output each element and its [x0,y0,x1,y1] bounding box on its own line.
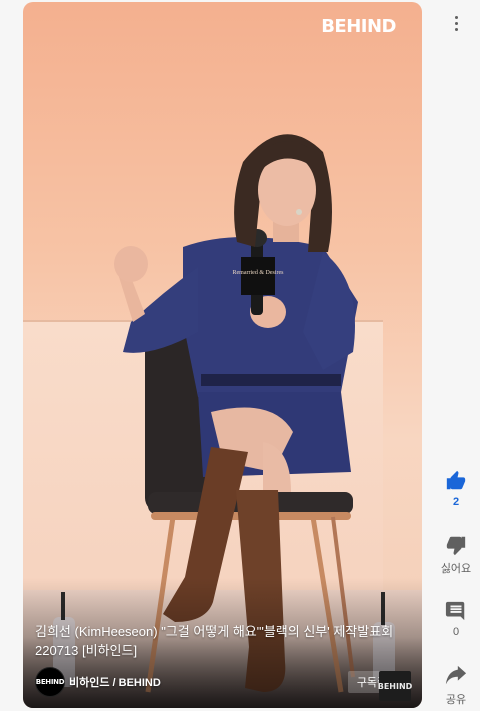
more-options-button[interactable] [446,12,466,34]
raised-hand [114,246,148,282]
video-player[interactable]: Remarried & Desires BEHIND 김희선 (KimHeese… [23,2,422,708]
shorts-player-page: Remarried & Desires BEHIND 김희선 (KimHeese… [0,0,480,711]
dislike-label: 싫어요 [440,563,472,575]
channel-row[interactable]: BEHIND 비하인드 / BEHIND [35,666,161,698]
video-title[interactable]: 김희선 (KimHeeseon) "그걸 어떻게 해요"'블랙의 신부' 제작발… [35,622,420,660]
corner-channel-logo: BEHIND [378,671,412,701]
like-count: 2 [452,496,460,508]
mic-flag-text: Remarried & Desires [233,270,285,276]
more-vertical-icon [454,15,458,19]
comments-button[interactable]: 0 [432,600,480,638]
channel-name[interactable]: 비하인드 / BEHIND [69,674,161,690]
channel-watermark: BEHIND [321,16,396,37]
like-button[interactable]: 2 [432,470,480,508]
mic-flag [241,257,275,295]
thumbs-down-icon [446,536,466,556]
channel-avatar[interactable]: BEHIND [35,667,65,697]
comment-count: 0 [452,626,460,638]
comment-icon [445,601,465,621]
share-icon [445,665,467,685]
dislike-button[interactable]: 싫어요 [432,534,480,576]
share-label: 공유 [445,694,467,706]
share-button[interactable]: 공유 [432,665,480,707]
thumbs-up-icon [446,470,466,490]
